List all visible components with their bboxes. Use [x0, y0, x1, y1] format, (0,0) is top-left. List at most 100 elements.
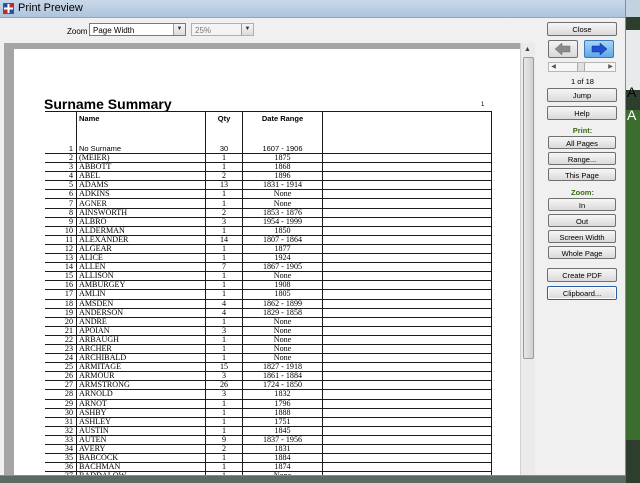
create-pdf-button[interactable]: Create PDF — [547, 268, 617, 282]
chevron-down-icon[interactable]: ▼ — [173, 24, 185, 35]
sidebar: Close ◀ ▶ 1 of 18 Jump Help Print: All P… — [540, 18, 625, 475]
preview-area[interactable]: Surname Summary 1 Name Qty Date Range 1N… — [4, 43, 535, 475]
row-number: 16 — [45, 280, 77, 291]
zoom-percent-select[interactable]: 25% ▼ — [191, 23, 254, 36]
row-date-range: None — [242, 189, 323, 200]
row-number: 24 — [45, 353, 77, 364]
row-date-range: 1829 - 1858 — [242, 308, 323, 318]
row-name: AMLIN — [76, 289, 206, 300]
table-row: 35 BABCOCK 1 1884 — [45, 453, 492, 464]
table-row: 22 ARBAUGH 1 None — [45, 335, 492, 345]
print-range-button[interactable]: Range... — [548, 152, 616, 165]
row-empty — [322, 153, 492, 164]
row-number: 25 — [45, 362, 77, 373]
table-row: 20 ANDRE 1 None — [45, 317, 492, 327]
zoom-out-button[interactable]: Out — [548, 214, 616, 227]
next-page-button[interactable] — [584, 40, 614, 58]
row-empty — [322, 417, 492, 427]
row-empty — [322, 380, 492, 391]
row-empty — [322, 171, 492, 182]
row-name: ALEXANDER — [76, 235, 206, 245]
row-empty — [322, 162, 492, 173]
row-date-range: 1853 - 1876 — [242, 208, 323, 218]
row-date-range: 1724 - 1850 — [242, 380, 323, 391]
vertical-scrollbar[interactable]: ▲ — [520, 43, 535, 475]
row-date-range: 1751 — [242, 417, 323, 427]
table-row: 16 AMBURGEY 1 1908 — [45, 280, 492, 291]
row-number: 21 — [45, 326, 77, 336]
row-date-range: 1924 — [242, 253, 323, 264]
print-all-pages-button[interactable]: All Pages — [548, 136, 616, 149]
background-titlebar — [626, 0, 640, 17]
table-row: 8 AINSWORTH 2 1853 - 1876 — [45, 208, 492, 218]
row-date-range: 1832 — [242, 389, 323, 400]
row-number: 34 — [45, 444, 77, 455]
table-row: 12 ALGEAR 1 1877 — [45, 244, 492, 255]
row-date-range: 1888 — [242, 408, 323, 418]
header-number — [45, 111, 77, 141]
row-date-range: None — [242, 326, 323, 336]
help-button[interactable]: Help — [547, 106, 617, 120]
clipboard-button[interactable]: Clipboard... — [547, 286, 617, 300]
scroll-up-icon[interactable]: ▲ — [522, 44, 533, 55]
row-name: ANDERSON — [76, 308, 206, 318]
print-group-label: Print: — [572, 126, 593, 135]
row-name: ABEL — [76, 171, 206, 182]
background-panel — [626, 30, 640, 90]
background-text: A — [627, 107, 637, 123]
scrollbar-thumb[interactable] — [523, 57, 534, 359]
row-empty — [322, 353, 492, 364]
row-name: ARNOT — [76, 399, 206, 409]
page-slider[interactable]: ◀ ▶ — [548, 62, 616, 72]
row-name: BACHMAN — [76, 462, 206, 473]
print-this-page-button[interactable]: This Page — [548, 168, 616, 181]
row-name: ASHBY — [76, 408, 206, 418]
previous-page-button[interactable] — [548, 40, 578, 58]
row-name: ABBOTT — [76, 162, 206, 173]
jump-button[interactable]: Jump — [547, 88, 617, 102]
whole-page-button[interactable]: Whole Page — [548, 246, 616, 259]
table-row: 26 ARMOUR 3 1861 - 1884 — [45, 371, 492, 382]
row-date-range: 1867 - 1905 — [242, 262, 323, 273]
row-empty — [322, 362, 492, 373]
screen-width-button[interactable]: Screen Width — [548, 230, 616, 243]
row-empty — [322, 371, 492, 382]
background-app: A A — [626, 0, 640, 483]
row-qty: 9 — [205, 435, 243, 446]
row-qty: 2 — [205, 444, 243, 455]
close-button[interactable]: Close — [547, 22, 617, 36]
row-qty: 7 — [205, 262, 243, 273]
zoom-in-button[interactable]: In — [548, 198, 616, 211]
table-row: 19 ANDERSON 4 1829 - 1858 — [45, 308, 492, 318]
table-row: 15 ALLISON 1 None — [45, 271, 492, 282]
row-date-range: 1954 - 1999 — [242, 217, 323, 227]
title-bar[interactable]: Print Preview — [0, 0, 625, 18]
row-name: ARCHER — [76, 344, 206, 355]
slider-right-icon[interactable]: ▶ — [606, 63, 615, 71]
table-row: 5 ADAMS 13 1831 - 1914 — [45, 180, 492, 191]
row-date-range: 1805 — [242, 289, 323, 300]
row-empty — [322, 226, 492, 236]
row-empty — [322, 426, 492, 436]
table-row: 33 AUTEN 9 1837 - 1956 — [45, 435, 492, 446]
row-number: 31 — [45, 417, 77, 427]
slider-thumb[interactable] — [577, 63, 585, 71]
row-qty: 1 — [205, 253, 243, 264]
row-date-range: 1845 — [242, 426, 323, 436]
slider-left-icon[interactable]: ◀ — [549, 63, 558, 71]
row-date-range: 1831 — [242, 444, 323, 455]
arrow-left-icon — [554, 42, 571, 56]
row-name: AUTEN — [76, 435, 206, 446]
zoom-mode-select[interactable]: Page Width ▼ — [89, 23, 186, 36]
zoom-group-label: Zoom: — [571, 188, 594, 197]
row-date-range: 1875 — [242, 153, 323, 164]
table-row: 17 AMLIN 1 1805 — [45, 289, 492, 300]
row-name: AUSTIN — [76, 426, 206, 436]
table-row: 28 ARNOLD 3 1832 — [45, 389, 492, 400]
row-date-range: 1837 - 1956 — [242, 435, 323, 446]
chevron-down-icon[interactable]: ▼ — [241, 24, 253, 35]
header-qty: Qty — [205, 111, 243, 141]
row-name: BADDALOW — [76, 471, 206, 475]
print-preview-window: Print Preview Zoom Page Width ▼ 25% ▼ Su… — [0, 0, 626, 476]
row-qty: 1 — [205, 317, 243, 327]
